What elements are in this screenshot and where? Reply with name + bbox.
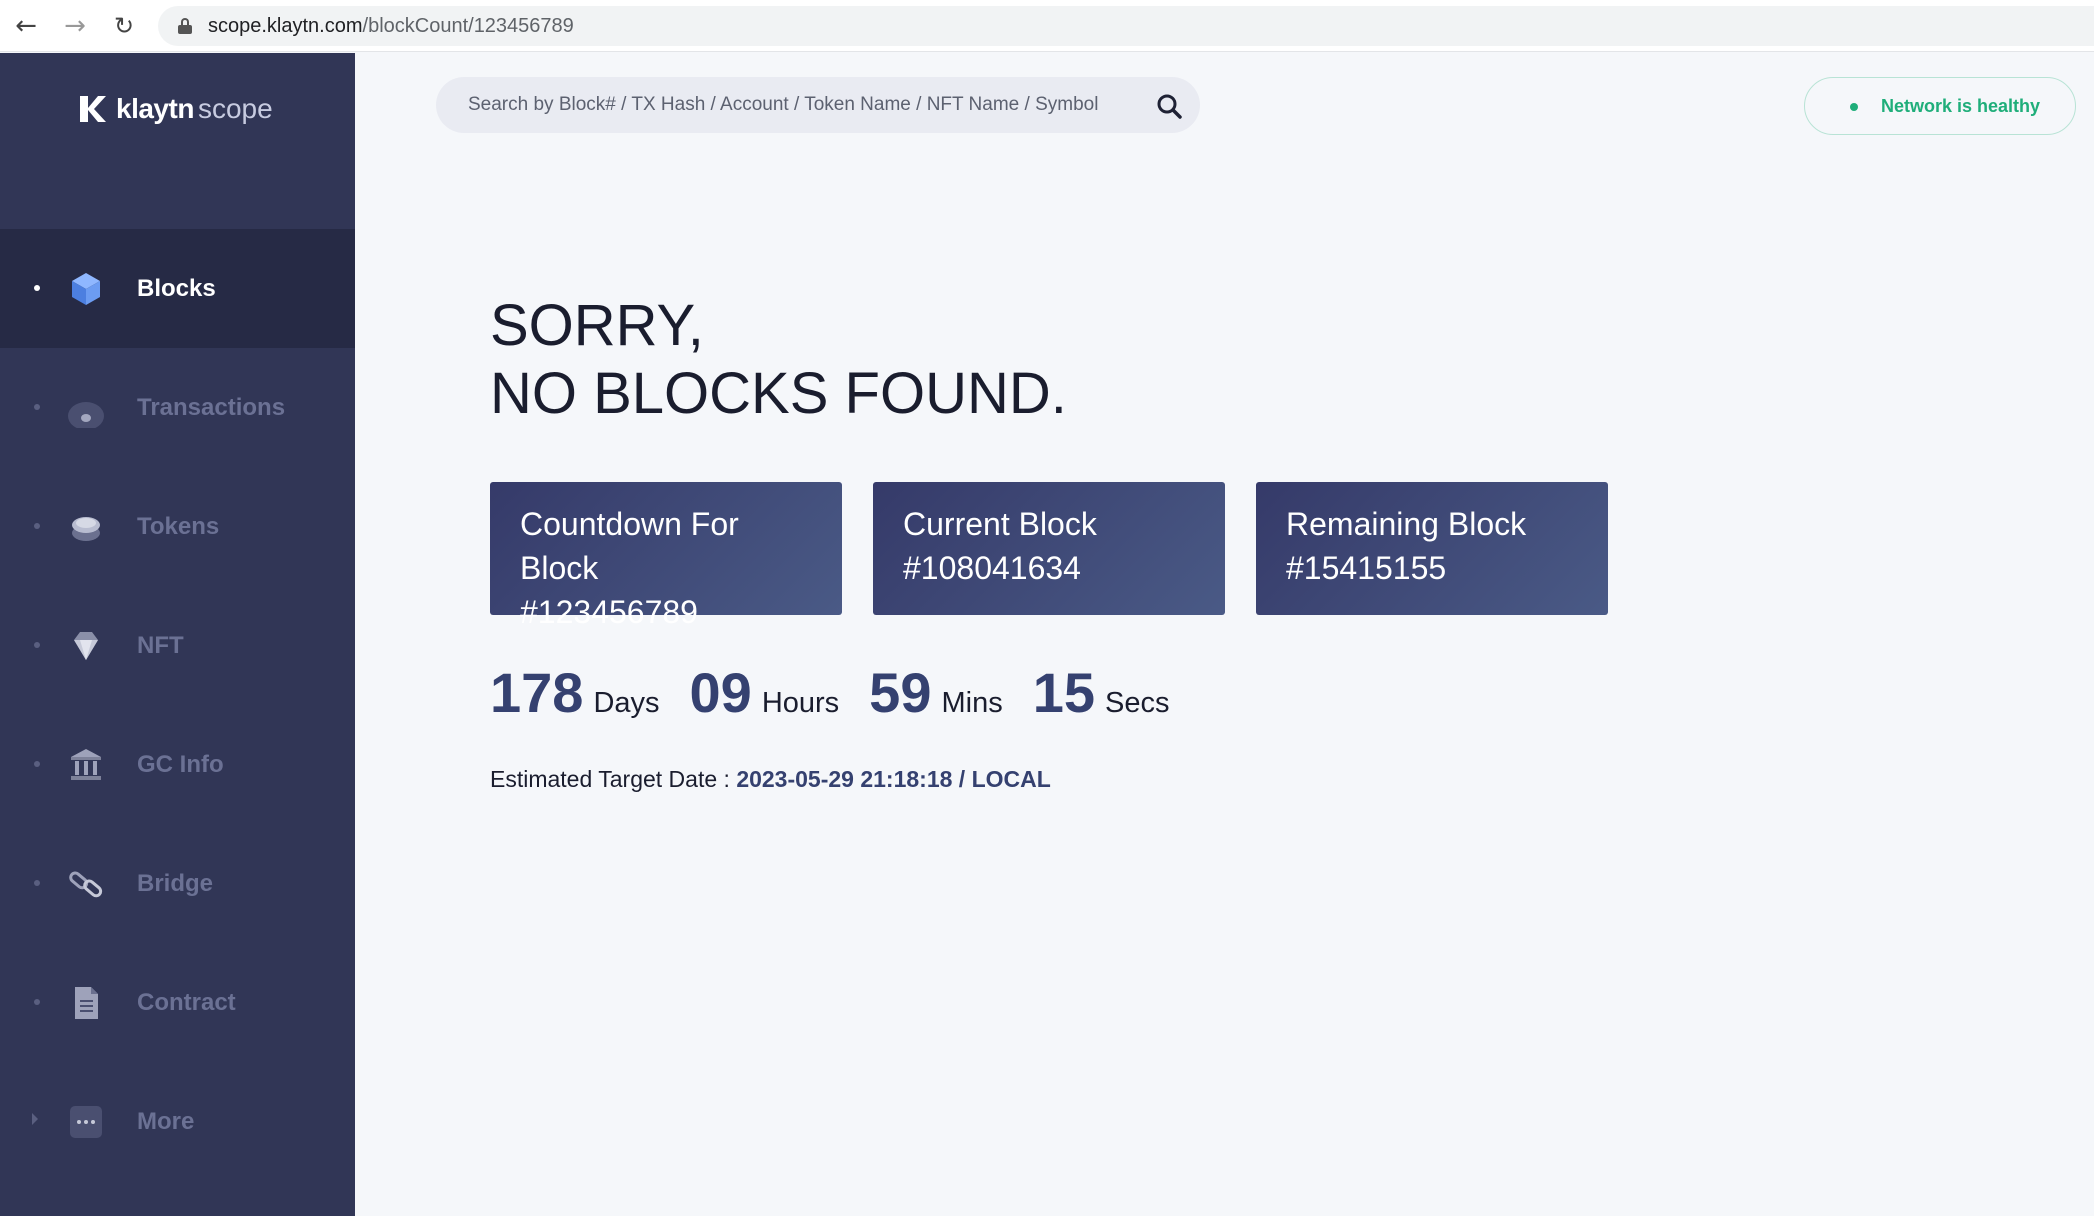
target-value: 2023-05-29 21:18:18 / LOCAL: [736, 766, 1051, 792]
sidebar-item-label: Tokens: [137, 513, 220, 540]
card-title: Remaining Block: [1286, 506, 1527, 542]
cube-icon: [72, 273, 100, 305]
bullet: [34, 999, 40, 1005]
sidebar-item-label: Contract: [137, 989, 236, 1016]
sidebar-menu: Blocks Transactions Tokens NFT GC Info B…: [0, 229, 355, 1181]
remaining-block-card: Remaining Block #15415155: [1256, 482, 1608, 615]
sidebar-item-label: NFT: [137, 632, 184, 659]
bullet: [34, 880, 40, 886]
days-label: Days: [593, 687, 660, 719]
url-path: /blockCount/123456789: [362, 15, 574, 37]
status-dot-icon: [1850, 103, 1858, 111]
countdown-block-card: Countdown For Block #123456789: [490, 482, 842, 630]
search-input[interactable]: [468, 77, 1148, 133]
forward-arrow-icon[interactable]: →: [61, 12, 89, 40]
address-bar[interactable]: scope.klaytn.com/blockCount/123456789: [158, 6, 2094, 46]
card-title: Current Block: [903, 506, 1097, 542]
sidebar-item-gc-info[interactable]: GC Info: [0, 705, 355, 824]
sidebar-item-label: GC Info: [137, 751, 224, 778]
sidebar-item-label: Transactions: [137, 394, 286, 421]
logo-subtext: scope: [197, 93, 273, 124]
block-cards: Countdown For Block #123456789 Current B…: [490, 482, 1639, 630]
sidebar-item-label: Blocks: [137, 275, 216, 302]
bullet: [34, 523, 40, 529]
search-bar: [436, 77, 1200, 133]
countdown-timer: 178 Days 09 Hours 59 Mins 15 Secs: [490, 660, 1199, 725]
sidebar-item-tokens[interactable]: Tokens: [0, 467, 355, 586]
page-title: SORRY, NO BLOCKS FOUND.: [490, 292, 1067, 428]
sidebar-item-blocks[interactable]: Blocks: [0, 229, 355, 348]
coins-icon: [72, 517, 100, 541]
estimated-target-date: Estimated Target Date : 2023-05-29 21:18…: [490, 766, 1051, 793]
logo-text: klaytn: [116, 93, 194, 124]
mins-value: 59: [869, 661, 932, 724]
reload-icon[interactable]: ↻: [110, 12, 138, 40]
status-text: Network is healthy: [1881, 96, 2041, 116]
sidebar-item-nft[interactable]: NFT: [0, 586, 355, 705]
card-value: #108041634: [903, 550, 1081, 586]
sidebar-item-label: More: [137, 1108, 195, 1135]
sidebar: klaytn scope Blocks Transactions Tokens …: [0, 53, 355, 1216]
hours-label: Hours: [761, 687, 840, 719]
card-value: #123456789: [520, 594, 698, 630]
bank-icon: [71, 749, 101, 780]
bullet: [34, 761, 40, 767]
lock-icon: [178, 18, 192, 34]
browser-toolbar: ← → ↻ scope.klaytn.com/blockCount/123456…: [0, 0, 2094, 52]
back-arrow-icon[interactable]: ←: [12, 12, 40, 40]
target-label: Estimated Target Date :: [490, 766, 737, 792]
url-host: scope.klaytn.com: [208, 15, 363, 37]
sidebar-item-transactions[interactable]: Transactions: [0, 348, 355, 467]
klaytn-scope-logo[interactable]: klaytn scope: [74, 89, 273, 129]
klaytn-logo-icon: [80, 96, 106, 122]
hours-value: 09: [689, 661, 752, 724]
current-block-card: Current Block #108041634: [873, 482, 1225, 615]
sidebar-item-more[interactable]: More: [0, 1062, 355, 1181]
bullet: [34, 642, 40, 648]
link-icon: [69, 871, 103, 898]
sidebar-item-bridge[interactable]: Bridge: [0, 824, 355, 943]
transactions-icon: [68, 402, 104, 428]
caret-right-icon: [32, 1113, 38, 1125]
headline-line-2: NO BLOCKS FOUND.: [490, 361, 1067, 426]
network-status-badge[interactable]: Network is healthy: [1804, 77, 2076, 135]
card-title: Countdown For Block: [520, 506, 739, 586]
mins-label: Mins: [941, 687, 1003, 719]
more-icon: [70, 1106, 102, 1138]
sidebar-item-label: Bridge: [137, 870, 214, 897]
bullet: [34, 404, 40, 410]
search-icon[interactable]: [1156, 93, 1182, 119]
diamond-icon: [74, 632, 98, 660]
card-value: #15415155: [1286, 550, 1447, 586]
active-bullet: [34, 285, 40, 291]
sidebar-item-contract[interactable]: Contract: [0, 943, 355, 1062]
secs-value: 15: [1032, 661, 1095, 724]
days-value: 178: [490, 661, 584, 724]
document-icon: [75, 987, 98, 1019]
url-text[interactable]: scope.klaytn.com/blockCount/123456789: [208, 6, 574, 46]
secs-label: Secs: [1105, 687, 1170, 719]
headline-line-1: SORRY,: [490, 293, 704, 358]
